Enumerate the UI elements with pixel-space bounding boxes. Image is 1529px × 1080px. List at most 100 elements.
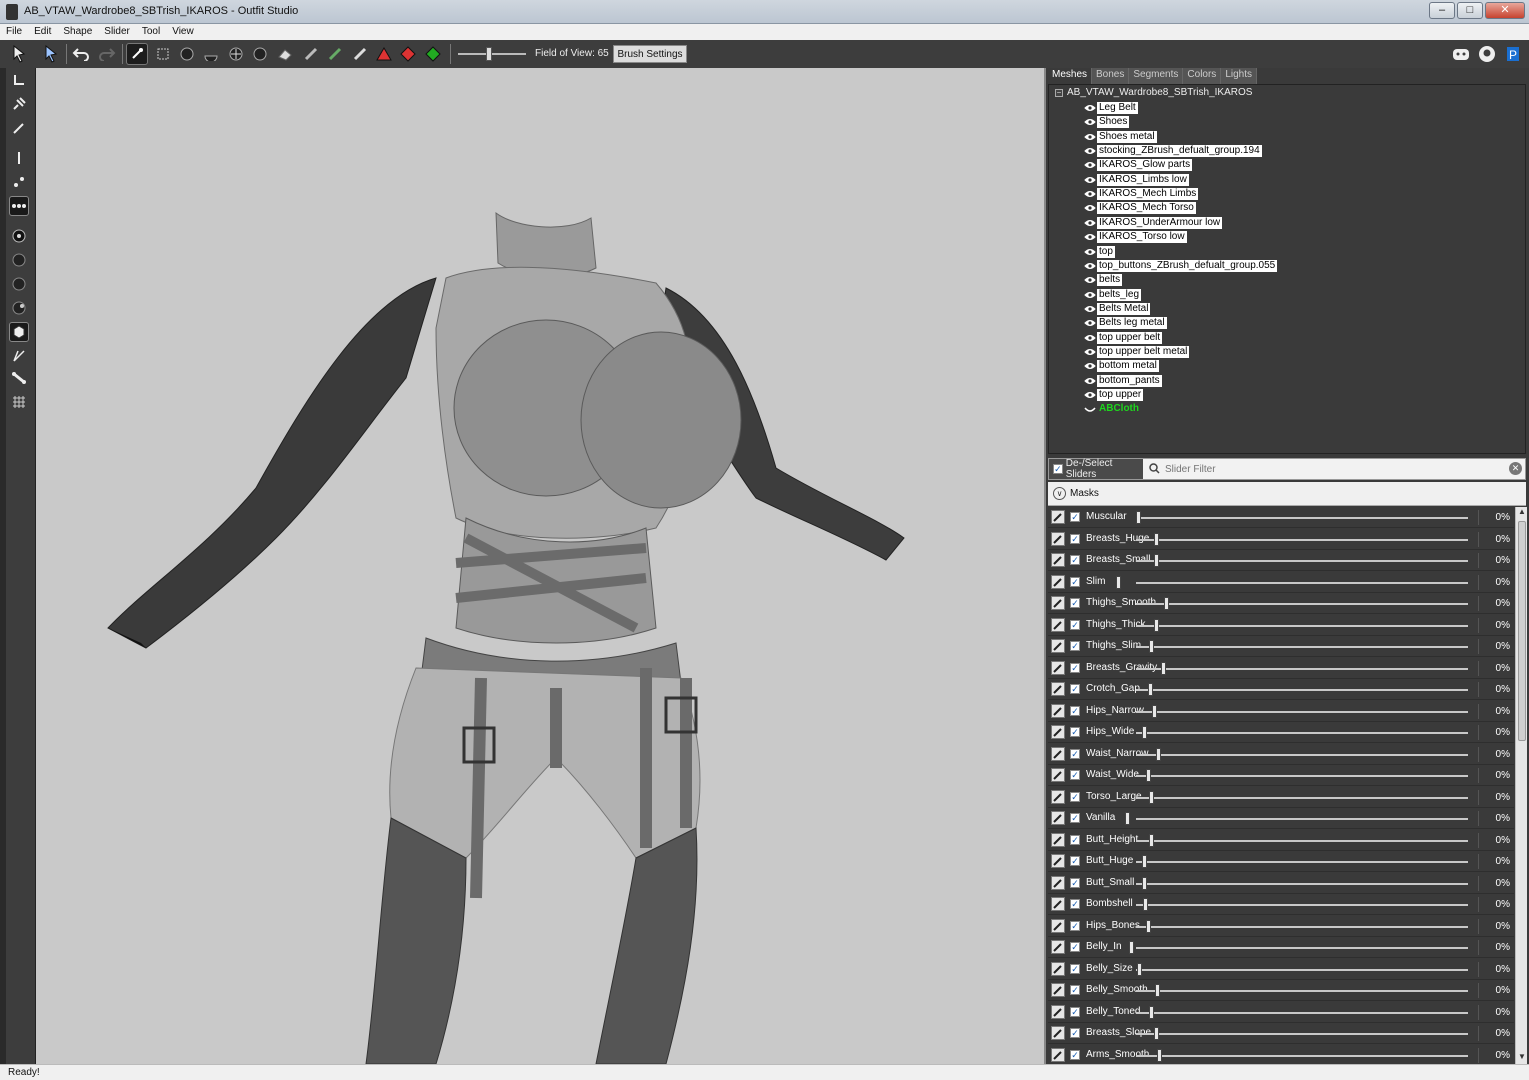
slider-thumb[interactable] [1154, 618, 1159, 632]
mesh-item[interactable]: IKAROS_Mech Limbs [1083, 187, 1199, 201]
scroll-down-icon[interactable]: ▼ [1517, 1052, 1527, 1064]
edit-slider-pencil-icon[interactable] [1051, 1026, 1065, 1040]
edit-slider-pencil-icon[interactable] [1051, 746, 1065, 761]
slider-thumb[interactable] [1148, 683, 1153, 696]
slider-checkbox[interactable]: ✓ [1070, 791, 1080, 802]
line-icon[interactable] [9, 148, 29, 168]
slider-track[interactable] [1136, 947, 1468, 949]
edit-slider-pencil-icon[interactable] [1051, 983, 1065, 997]
visibility-eye-icon[interactable] [1083, 318, 1097, 328]
slider-checkbox[interactable]: ✓ [1070, 985, 1080, 995]
mesh-item[interactable]: belts_leg [1083, 288, 1142, 302]
slider-checkbox[interactable]: ✓ [1070, 662, 1080, 673]
slider-value[interactable]: 0% [1478, 617, 1512, 633]
tab-meshes[interactable]: Meshes [1048, 68, 1093, 84]
mesh-item[interactable]: IKAROS_Glow parts [1083, 158, 1193, 172]
visibility-eye-icon[interactable] [1083, 103, 1097, 113]
slider-track[interactable] [1136, 646, 1468, 648]
slider-value[interactable]: 0% [1478, 897, 1512, 912]
slider-thumb[interactable] [1164, 597, 1169, 610]
slider-track[interactable] [1136, 753, 1468, 756]
slider-thumb[interactable] [1156, 747, 1161, 761]
slider-value[interactable]: 0% [1478, 832, 1512, 848]
visibility-eye-icon[interactable] [1083, 146, 1097, 156]
slider-value[interactable]: 0% [1478, 639, 1512, 654]
slider-checkbox[interactable]: ✓ [1070, 899, 1080, 909]
mesh-item-abcloth[interactable]: ABCloth [1083, 402, 1141, 416]
slider-checkbox[interactable]: ✓ [1070, 920, 1080, 931]
slider-thumb[interactable] [1155, 984, 1160, 997]
flip-edge-icon[interactable] [397, 43, 419, 65]
edit-slider-pencil-icon[interactable] [1051, 703, 1065, 718]
edit-slider-pencil-icon[interactable] [1051, 1047, 1065, 1062]
slider-value[interactable]: 0% [1478, 660, 1512, 676]
slider-value[interactable]: 0% [1478, 854, 1512, 869]
visibility-eye-icon[interactable] [1083, 275, 1097, 285]
edit-slider-pencil-icon[interactable] [1051, 897, 1065, 911]
edit-slider-pencil-icon[interactable] [1051, 961, 1065, 976]
tab-bones[interactable]: Bones [1092, 68, 1130, 84]
vertices-icon[interactable] [9, 172, 29, 192]
mesh-item[interactable]: IKAROS_Mech Torso [1083, 201, 1196, 215]
slider-thumb[interactable] [1154, 532, 1159, 546]
edit-slider-pencil-icon[interactable] [1051, 832, 1065, 847]
slider-value[interactable]: 0% [1478, 1026, 1512, 1041]
pin-icon[interactable] [9, 94, 29, 114]
github-icon[interactable] [1477, 44, 1497, 64]
visibility-eye-icon[interactable] [1083, 290, 1097, 300]
patreon-icon[interactable]: P [1503, 44, 1523, 64]
mask-brush-icon[interactable] [152, 43, 174, 65]
slider-thumb[interactable] [1116, 575, 1121, 589]
slider-scrollbar[interactable]: ▲ ▼ [1515, 507, 1527, 1064]
slider-track[interactable] [1136, 990, 1468, 992]
mesh-item[interactable]: Shoes metal [1083, 130, 1157, 144]
select-brush-icon[interactable] [126, 43, 148, 65]
visibility-eye-icon[interactable] [1083, 132, 1097, 142]
slider-track[interactable] [1136, 560, 1468, 562]
texture-icon[interactable] [9, 274, 29, 294]
scroll-up-icon[interactable]: ▲ [1517, 507, 1527, 519]
slider-checkbox[interactable]: ✓ [1070, 963, 1080, 974]
edit-slider-pencil-icon[interactable] [1051, 789, 1065, 804]
visibility-eye-icon[interactable] [1083, 160, 1097, 170]
slider-checkbox[interactable]: ✓ [1070, 619, 1080, 630]
visibility-eye-icon[interactable] [1083, 189, 1097, 199]
axis-icon[interactable] [9, 70, 29, 90]
clear-filter-icon[interactable]: ✕ [1509, 462, 1522, 475]
menu-shape[interactable]: Shape [57, 24, 98, 40]
deselect-checkbox[interactable]: ✓ [1053, 464, 1063, 474]
tab-lights[interactable]: Lights [1221, 68, 1257, 84]
slider-value[interactable]: 0% [1478, 811, 1512, 826]
points-icon[interactable] [9, 196, 29, 216]
split-edge-icon[interactable] [422, 43, 444, 65]
slider-track[interactable] [1136, 968, 1468, 971]
slider-thumb[interactable] [1146, 769, 1151, 782]
slider-value[interactable]: 0% [1478, 510, 1512, 525]
visibility-eye-icon[interactable] [1083, 232, 1097, 242]
slider-value[interactable]: 0% [1478, 918, 1512, 934]
wireframe-icon[interactable] [9, 226, 29, 246]
slider-thumb[interactable] [1149, 790, 1154, 804]
tab-colors[interactable]: Colors [1183, 68, 1222, 84]
mesh-item[interactable]: IKAROS_UnderArmour low [1083, 216, 1223, 230]
slider-checkbox[interactable]: ✓ [1070, 856, 1080, 866]
slider-checkbox[interactable]: ✓ [1070, 576, 1080, 587]
chevron-down-icon[interactable]: ∨ [1053, 487, 1066, 500]
slider-checkbox[interactable]: ✓ [1070, 555, 1080, 565]
mesh-item[interactable]: Belts Metal [1083, 302, 1151, 316]
slider-track[interactable] [1136, 925, 1468, 928]
slider-value[interactable]: 0% [1478, 768, 1512, 783]
slider-track[interactable] [1136, 1033, 1468, 1035]
edit-slider-pencil-icon[interactable] [1051, 725, 1065, 739]
slider-thumb[interactable] [1142, 855, 1147, 868]
slider-checkbox[interactable]: ✓ [1070, 705, 1080, 716]
slider-filter-input[interactable] [1165, 461, 1505, 477]
close-button[interactable]: ✕ [1485, 2, 1525, 19]
mesh-item[interactable]: top upper belt [1083, 331, 1163, 345]
visibility-eye-icon[interactable] [1083, 361, 1097, 371]
slider-track[interactable] [1136, 517, 1468, 519]
slider-track[interactable] [1136, 882, 1468, 885]
slider-thumb[interactable] [1157, 1048, 1162, 1062]
slider-checkbox[interactable]: ✓ [1070, 684, 1080, 694]
inflate-brush-icon[interactable] [176, 43, 198, 65]
